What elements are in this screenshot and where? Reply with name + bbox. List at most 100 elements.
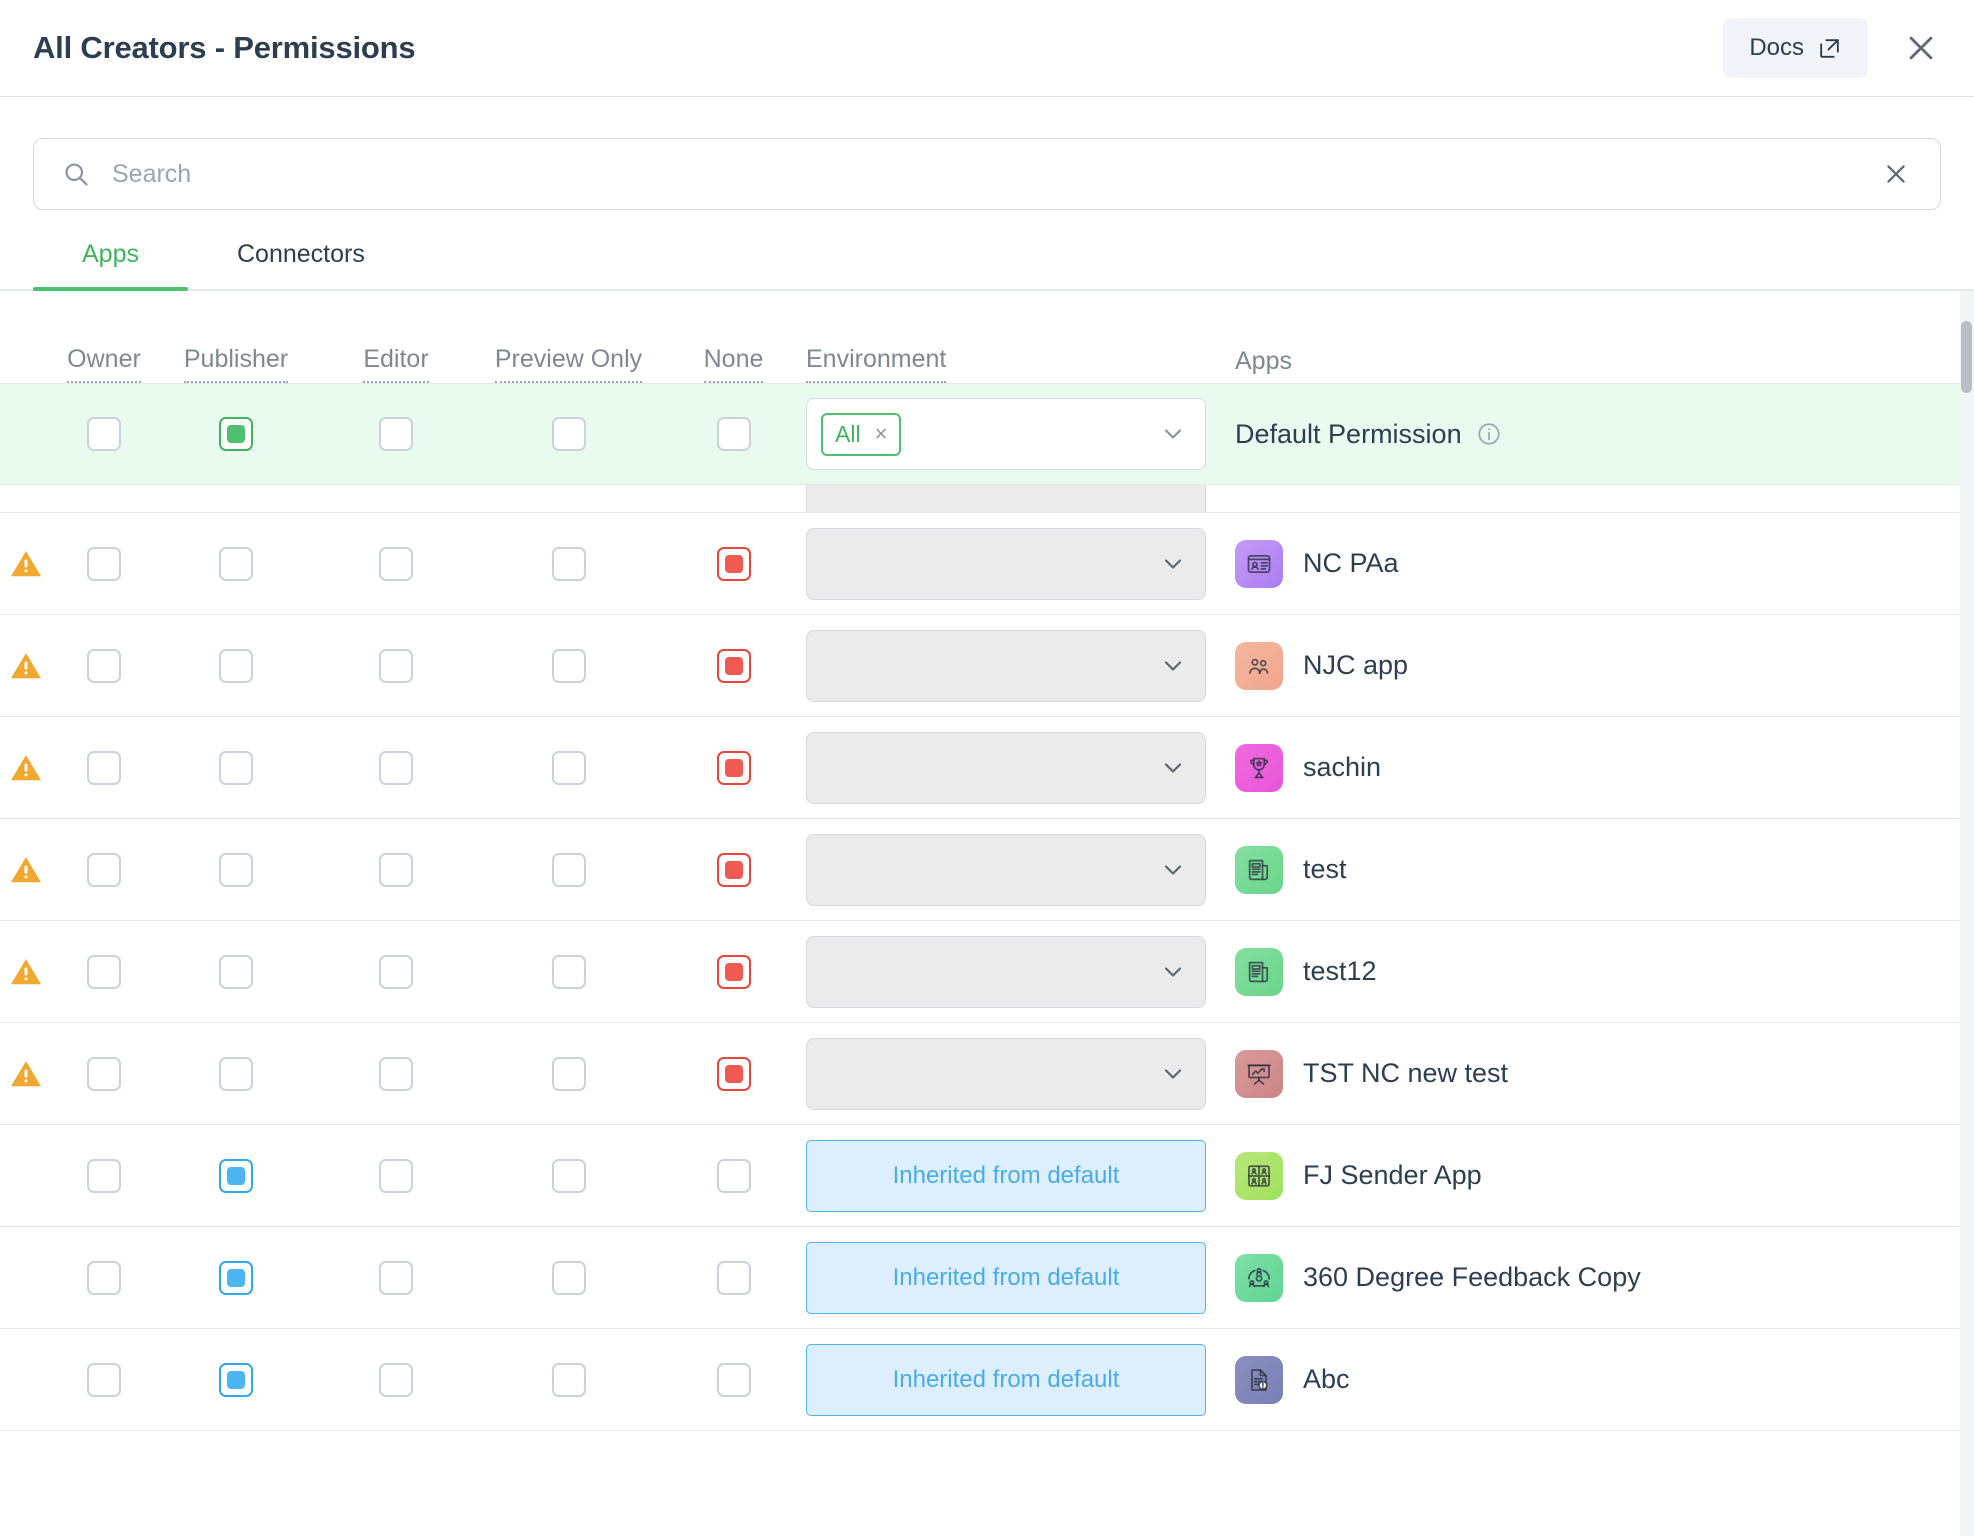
app-entry[interactable]: FJ Sender App bbox=[1221, 1151, 1482, 1200]
checkbox-none[interactable] bbox=[716, 852, 751, 887]
scrollbar-track[interactable] bbox=[1960, 291, 1974, 1536]
column-header-owner[interactable]: Owner bbox=[67, 345, 141, 383]
checkbox-publisher[interactable] bbox=[219, 954, 253, 989]
info-icon[interactable] bbox=[1476, 421, 1502, 447]
checkbox-none[interactable] bbox=[716, 954, 751, 989]
permissions-dialog: All Creators - Permissions Docs Search A… bbox=[0, 0, 1974, 1536]
checkbox-publisher[interactable] bbox=[219, 546, 253, 581]
tab-apps[interactable]: Apps bbox=[33, 240, 188, 291]
app-entry[interactable]: Abc bbox=[1221, 1355, 1350, 1404]
inherited-from-default-button[interactable]: Inherited from default bbox=[806, 1343, 1206, 1416]
app-entry[interactable]: TST NC new test bbox=[1221, 1049, 1509, 1098]
checkbox-none[interactable] bbox=[716, 750, 751, 785]
checkbox-owner[interactable] bbox=[87, 1158, 121, 1193]
checkbox-editor[interactable] bbox=[379, 1056, 413, 1091]
search-input[interactable] bbox=[112, 159, 1876, 189]
environment-select-disabled bbox=[806, 731, 1206, 804]
column-header-editor[interactable]: Editor bbox=[363, 345, 429, 383]
warning-icon[interactable] bbox=[8, 954, 44, 990]
checkbox-publisher[interactable] bbox=[219, 1158, 253, 1193]
app-entry[interactable]: 360 Degree Feedback Copy bbox=[1221, 1253, 1641, 1302]
checkbox-editor[interactable] bbox=[379, 417, 413, 451]
checkbox-none[interactable] bbox=[716, 417, 751, 451]
checkbox-editor[interactable] bbox=[379, 648, 413, 683]
checkbox-editor[interactable] bbox=[379, 852, 413, 887]
warning-icon[interactable] bbox=[8, 750, 44, 786]
column-header-preview-only[interactable]: Preview Only bbox=[494, 345, 643, 383]
checkbox-preview-only[interactable] bbox=[551, 417, 586, 451]
checkbox-publisher[interactable] bbox=[219, 417, 253, 451]
table-row: TST NC new test bbox=[0, 1023, 1974, 1125]
environment-select-disabled bbox=[806, 833, 1206, 906]
column-header-environment[interactable]: Environment bbox=[806, 345, 947, 383]
row-warning-cell bbox=[0, 1125, 52, 1226]
inherited-from-default-button[interactable]: Inherited from default bbox=[806, 1139, 1206, 1212]
app-entry[interactable]: test bbox=[1221, 845, 1347, 894]
warning-icon[interactable] bbox=[8, 546, 44, 582]
chevron-down-icon bbox=[1159, 958, 1187, 986]
checkbox-preview-only[interactable] bbox=[551, 852, 586, 887]
checkbox-owner[interactable] bbox=[87, 852, 121, 887]
checkbox-editor[interactable] bbox=[379, 546, 413, 581]
warning-icon bbox=[11, 754, 41, 780]
app-entry[interactable]: test12 bbox=[1221, 947, 1377, 996]
checkbox-editor[interactable] bbox=[379, 1362, 413, 1397]
warning-icon[interactable] bbox=[8, 852, 44, 888]
column-header-publisher[interactable]: Publisher bbox=[183, 345, 289, 383]
default-permission-label: Default Permission bbox=[1235, 418, 1462, 449]
checkbox-owner[interactable] bbox=[87, 417, 121, 451]
checkbox-editor[interactable] bbox=[379, 750, 413, 785]
checkbox-editor[interactable] bbox=[379, 1158, 413, 1193]
checkbox-publisher[interactable] bbox=[219, 1362, 253, 1397]
checkbox-publisher[interactable] bbox=[219, 750, 253, 785]
checkbox-preview-only[interactable] bbox=[551, 1158, 586, 1193]
checkbox-owner[interactable] bbox=[87, 1362, 121, 1397]
checkbox-preview-only[interactable] bbox=[551, 954, 586, 989]
checkbox-editor[interactable] bbox=[379, 954, 413, 989]
checkbox-none[interactable] bbox=[716, 1260, 751, 1295]
people-icon bbox=[1235, 641, 1283, 690]
checkbox-none[interactable] bbox=[716, 1158, 751, 1193]
checkbox-preview-only[interactable] bbox=[551, 750, 586, 785]
checkbox-owner[interactable] bbox=[87, 1260, 121, 1295]
checkbox-editor[interactable] bbox=[379, 1260, 413, 1295]
inherited-from-default-button[interactable]: Inherited from default bbox=[806, 1241, 1206, 1314]
checkbox-preview-only[interactable] bbox=[551, 546, 586, 581]
checkbox-owner[interactable] bbox=[87, 750, 121, 785]
app-name: TST NC new test bbox=[1303, 1058, 1509, 1088]
environment-chip-remove-icon[interactable]: × bbox=[875, 423, 888, 445]
checkbox-owner[interactable] bbox=[87, 648, 121, 683]
checkbox-publisher[interactable] bbox=[219, 1056, 253, 1091]
default-permission-label-wrap: Default Permission bbox=[1221, 419, 1502, 450]
checkbox-preview-only[interactable] bbox=[551, 1362, 586, 1397]
checkbox-none[interactable] bbox=[716, 1362, 751, 1397]
checkbox-owner[interactable] bbox=[87, 954, 121, 989]
checkbox-owner[interactable] bbox=[87, 546, 121, 581]
environment-chip-label: All bbox=[835, 420, 861, 447]
clear-search-button[interactable] bbox=[1876, 154, 1916, 194]
column-header-none[interactable]: None bbox=[703, 345, 764, 383]
warning-icon[interactable] bbox=[8, 1056, 44, 1092]
app-entry[interactable]: sachin bbox=[1221, 743, 1381, 792]
app-entry[interactable]: NJC app bbox=[1221, 641, 1408, 690]
warning-icon[interactable] bbox=[8, 648, 44, 684]
table-row: Inherited from default 360 Degree Feedba… bbox=[0, 1227, 1974, 1329]
checkbox-preview-only[interactable] bbox=[551, 1056, 586, 1091]
checkbox-publisher[interactable] bbox=[219, 852, 253, 887]
checkbox-publisher[interactable] bbox=[219, 1260, 253, 1295]
checkbox-owner[interactable] bbox=[87, 1056, 121, 1091]
docs-button[interactable]: Docs bbox=[1723, 18, 1868, 78]
scrollbar-thumb[interactable] bbox=[1961, 321, 1972, 393]
checkbox-publisher[interactable] bbox=[219, 648, 253, 683]
environment-select[interactable]: All × bbox=[806, 398, 1206, 470]
checkbox-preview-only[interactable] bbox=[551, 648, 586, 683]
close-button[interactable] bbox=[1898, 25, 1944, 71]
checkbox-none[interactable] bbox=[716, 546, 751, 581]
tab-connectors[interactable]: Connectors bbox=[188, 240, 414, 289]
warning-icon bbox=[11, 550, 41, 576]
checkbox-preview-only[interactable] bbox=[551, 1260, 586, 1295]
checkbox-none[interactable] bbox=[716, 648, 751, 683]
search-box[interactable] bbox=[33, 138, 1941, 210]
app-entry[interactable]: NC PAa bbox=[1221, 539, 1399, 588]
checkbox-none[interactable] bbox=[716, 1056, 751, 1091]
